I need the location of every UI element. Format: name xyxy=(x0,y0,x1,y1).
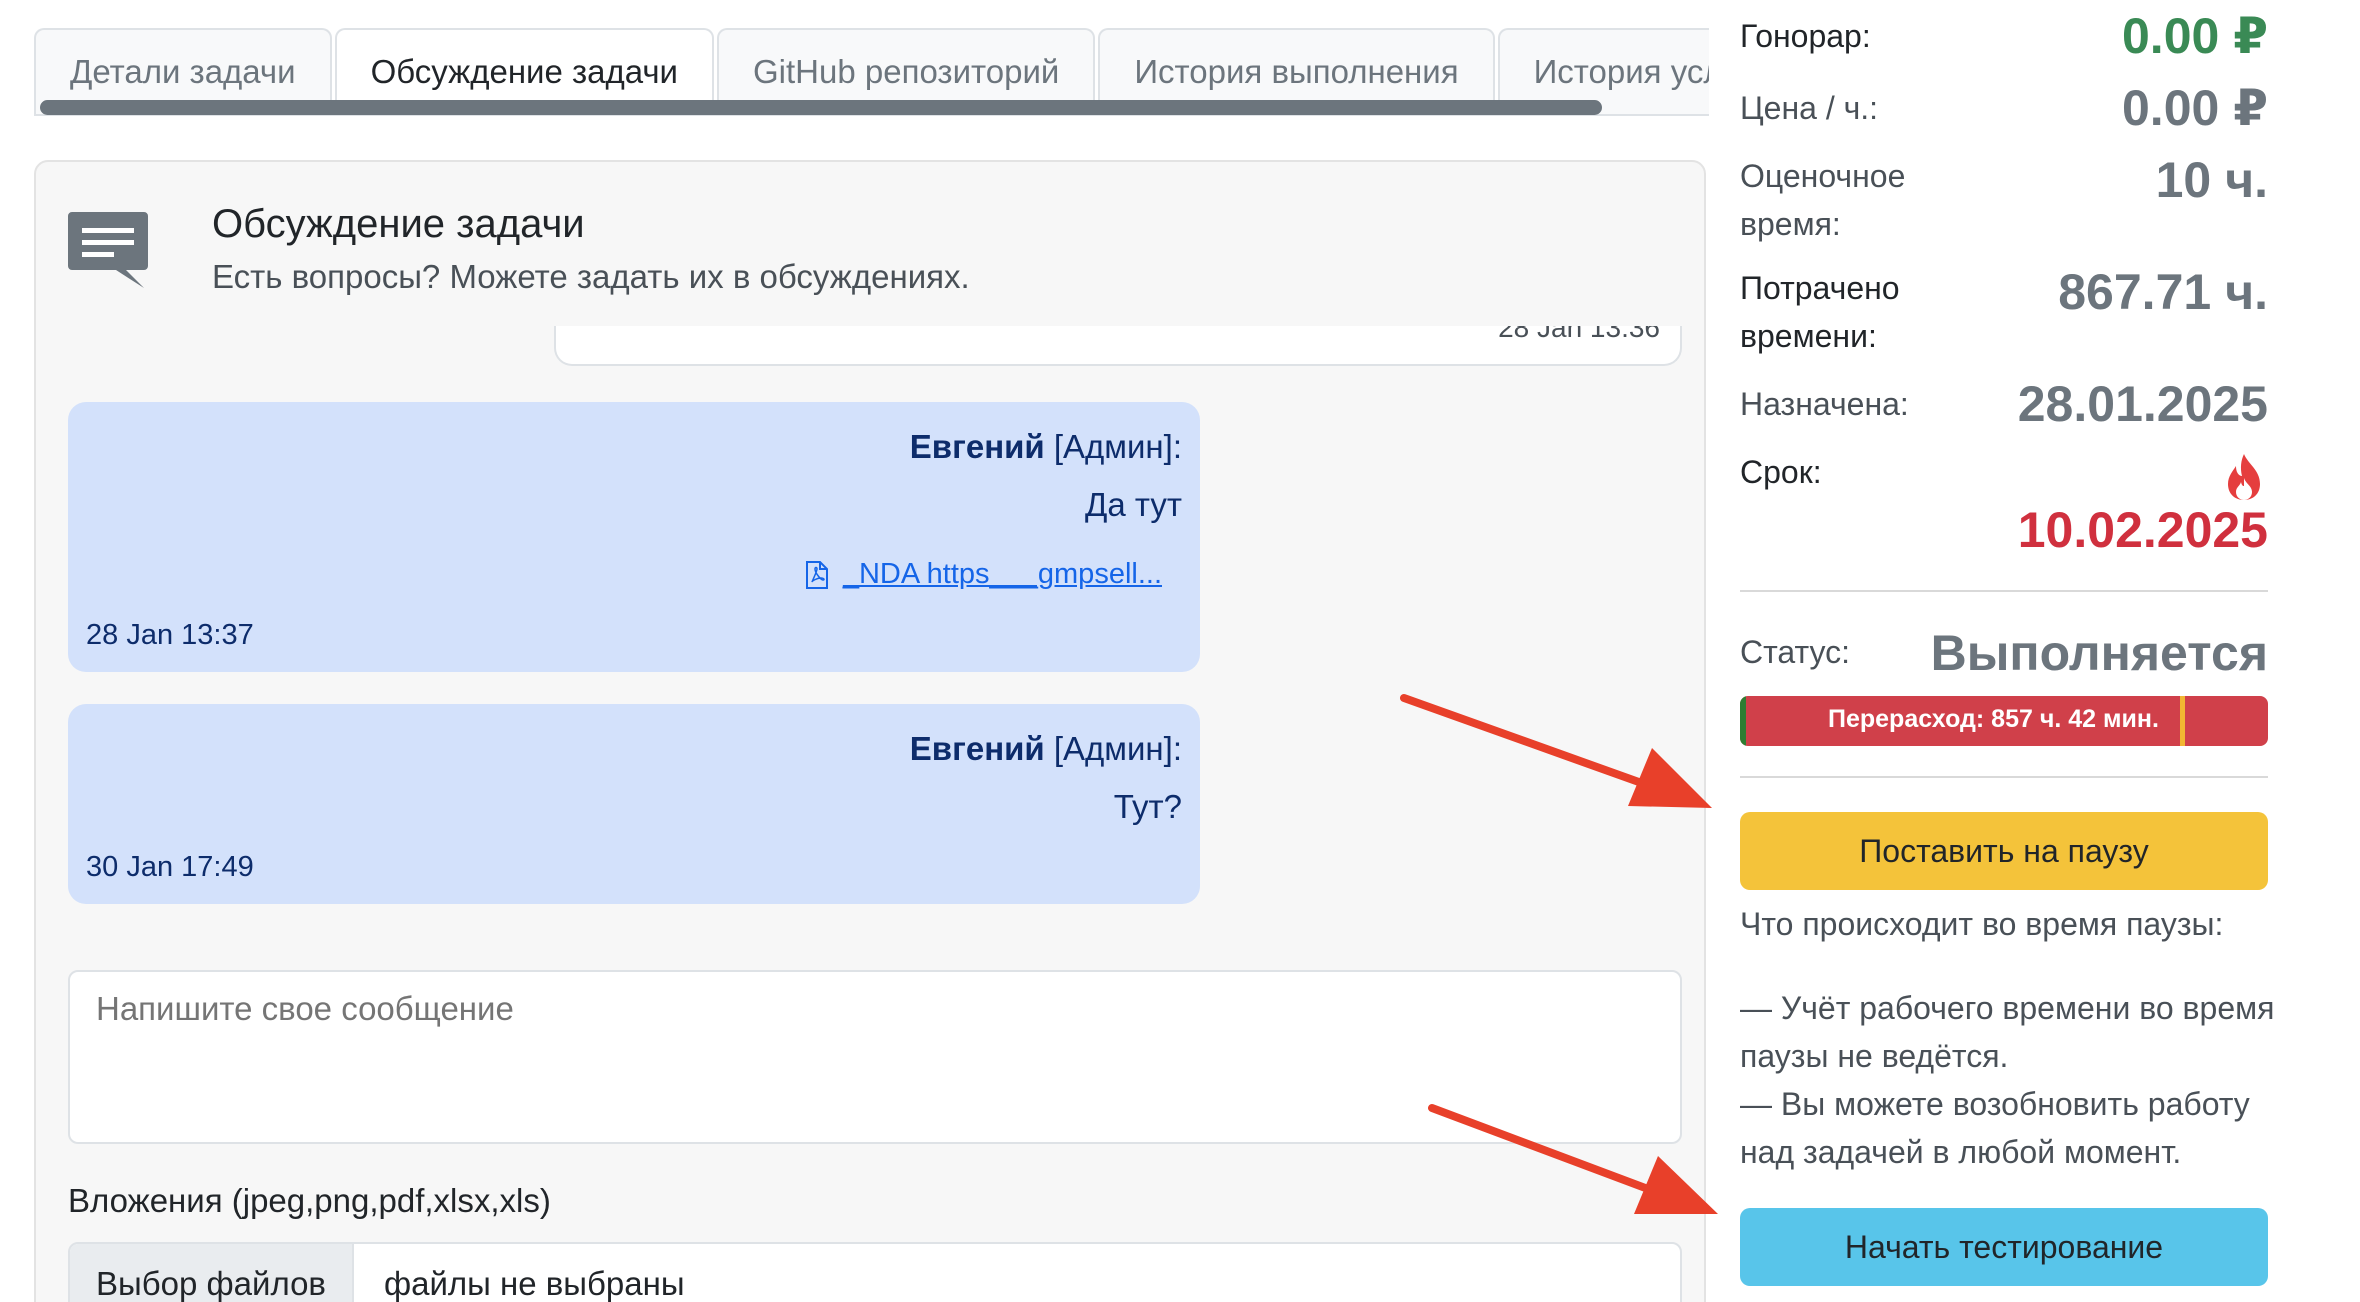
chat-message: Евгений [Админ]: Да тут _NDA https___gmp… xyxy=(68,402,1200,672)
pause-button[interactable]: Поставить на паузу xyxy=(1740,812,2268,890)
chat-icon xyxy=(68,212,148,288)
tabs-scrollbar[interactable] xyxy=(40,100,1602,115)
author-role: [Админ]: xyxy=(1053,428,1182,465)
spent-row: Потрачено времени: 867.71 ч. xyxy=(1740,264,2268,364)
attachment-name: _NDA https___gmpsell... xyxy=(842,558,1162,590)
chat-message: Евгений [Админ]: Тут? 30 Jan 17:49 xyxy=(68,704,1200,904)
estimate-value: 10 ч. xyxy=(2155,152,2268,208)
author-role: [Админ]: xyxy=(1053,730,1182,767)
start-testing-button[interactable]: Начать тестирование xyxy=(1740,1208,2268,1286)
message-time: 28 Jan 13:36 xyxy=(1498,326,1660,343)
rate-row: Цена / ч.: 0.00 ₽ xyxy=(1740,80,2268,136)
rate-label: Цена / ч.: xyxy=(1740,90,1879,126)
fee-row: Гонорар: 0.00 ₽ xyxy=(1740,8,2268,64)
pdf-file-icon xyxy=(805,560,828,589)
choose-files-button[interactable]: Выбор файлов xyxy=(70,1244,354,1302)
pause-info-line: — Вы можете возобновить работу над задач… xyxy=(1740,1086,2250,1170)
deadline-label: Срок: xyxy=(1740,454,1822,490)
message-author: Евгений [Админ]: xyxy=(910,428,1182,466)
pause-info-title: Что происходит во время паузы: xyxy=(1740,906,2224,942)
message-input[interactable] xyxy=(68,970,1682,1144)
fee-value: 0.00 ₽ xyxy=(2122,8,2268,64)
message-text: Тут? xyxy=(1113,788,1182,825)
discussion-title: Обсуждение задачи xyxy=(212,202,585,246)
divider xyxy=(1740,590,2268,592)
deadline-value: 10.02.2025 xyxy=(2017,502,2268,558)
message-attachment-link[interactable]: _NDA https___gmpsell... xyxy=(805,558,1162,591)
estimate-label: Оценочное xyxy=(1740,158,1906,194)
file-status: файлы не выбраны xyxy=(383,1265,685,1302)
spent-value: 867.71 ч. xyxy=(2058,264,2268,320)
previous-message-cutoff: 28 Jan 13:36 xyxy=(554,326,1682,366)
time-progress-bar: Перерасход: 857 ч. 42 мин. xyxy=(1740,696,2268,746)
discussion-card: Обсуждение задачи Есть вопросы? Можете з… xyxy=(34,160,1706,1302)
message-time: 30 Jan 17:49 xyxy=(86,851,254,883)
spent-label: Потрачено xyxy=(1740,270,1900,306)
spent-label: времени: xyxy=(1740,318,1877,354)
discussion-header: Обсуждение задачи Есть вопросы? Можете з… xyxy=(66,202,1666,302)
pause-info-text: — Учёт рабочего времени во время паузы н… xyxy=(1740,984,2280,1176)
assigned-row: Назначена: 28.01.2025 xyxy=(1740,376,2268,436)
attachments-label: Вложения (jpeg,png,pdf,xlsx,xls) xyxy=(68,1182,551,1219)
author-name: Евгений xyxy=(909,428,1045,465)
deadline-row: Срок: 10.02.2025 xyxy=(1740,448,2268,568)
progress-normal-segment xyxy=(1740,696,1746,746)
author-name: Евгений xyxy=(909,730,1045,767)
message-text: Да тут xyxy=(1085,486,1182,523)
file-input[interactable]: Выбор файлов файлы не выбраны xyxy=(68,1242,1682,1302)
estimate-row: Оценочное время: 10 ч. xyxy=(1740,152,2268,252)
divider xyxy=(1740,776,2268,778)
fire-icon xyxy=(2228,454,2260,500)
assigned-value: 28.01.2025 xyxy=(2017,376,2268,432)
status-value: Выполняется xyxy=(1930,625,2268,681)
discussion-subtitle: Есть вопросы? Можете задать их в обсужде… xyxy=(212,258,970,295)
message-author: Евгений [Админ]: xyxy=(910,730,1182,768)
status-label: Статус: xyxy=(1740,634,1851,670)
estimate-label: время: xyxy=(1740,206,1841,242)
task-info-panel: Гонорар: 0.00 ₽ Цена / ч.: 0.00 ₽ Оценоч… xyxy=(1710,0,2360,1302)
fee-label: Гонорар: xyxy=(1740,18,1871,54)
progress-limit-marker xyxy=(2180,696,2185,746)
overrun-text: Перерасход: 857 ч. 42 мин. xyxy=(1828,705,2159,733)
rate-value: 0.00 ₽ xyxy=(2122,80,2268,136)
pause-info-line: — Учёт рабочего времени во время паузы н… xyxy=(1740,990,2275,1074)
assigned-label: Назначена: xyxy=(1740,386,1909,422)
message-time: 28 Jan 13:37 xyxy=(86,619,254,651)
